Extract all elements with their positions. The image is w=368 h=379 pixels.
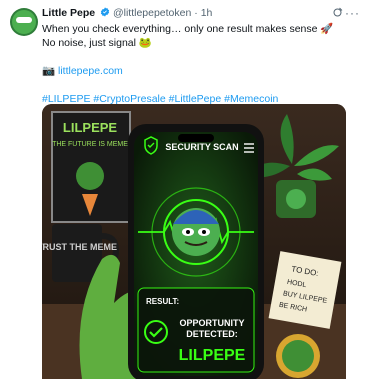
more-options-icon[interactable]: ··· xyxy=(345,6,360,20)
website-link[interactable]: littlepepe.com xyxy=(58,65,123,77)
tweet-line-2: No noise, just signal 🐸 xyxy=(42,37,152,49)
result-label: RESULT: xyxy=(146,297,179,306)
author-handle[interactable]: @littlepepetoken xyxy=(113,7,191,19)
poster-title: LILPEPE xyxy=(63,120,118,135)
camera-icon: 📷 xyxy=(42,65,56,77)
avatar[interactable] xyxy=(10,8,38,36)
phone-header: SECURITY SCAN xyxy=(165,142,238,152)
mug-text: TRUST THE MEME xyxy=(42,242,117,252)
phone-scan-illustration: LILPEPE THE FUTURE IS MEME TRUST THE MEM… xyxy=(42,104,346,379)
avatar-eyes xyxy=(16,17,32,23)
result-line-2: DETECTED: xyxy=(186,329,238,339)
result-name: LILPEPE xyxy=(179,347,246,364)
tweet-body: When you check everything… only one resu… xyxy=(42,22,362,106)
tweet-header: Little Pepe @littlepepetoken · 1h xyxy=(42,7,212,20)
tweet-image[interactable]: LILPEPE THE FUTURE IS MEME TRUST THE MEM… xyxy=(42,104,346,379)
grok-icon[interactable] xyxy=(332,6,344,18)
tweet-line-1: When you check everything… only one resu… xyxy=(42,23,334,35)
result-line-1: OPPORTUNITY xyxy=(179,318,244,328)
author-name[interactable]: Little Pepe xyxy=(42,7,95,19)
tweet-link-row: 📷 littlepepe.com xyxy=(42,64,362,78)
poster: LILPEPE THE FUTURE IS MEME xyxy=(51,111,131,223)
separator: · xyxy=(194,7,198,19)
verified-badge-icon xyxy=(100,7,110,17)
coin xyxy=(276,334,320,378)
poster-subtitle: THE FUTURE IS MEME xyxy=(52,141,128,148)
pepe-face xyxy=(172,208,220,256)
todo-note: TO DO: HODL BUY LILPEPE BE RICH xyxy=(268,251,342,329)
timestamp[interactable]: 1h xyxy=(201,7,213,19)
phone: SECURITY SCAN RESULT: OPPORTUNITY DETECT… xyxy=(128,124,264,379)
